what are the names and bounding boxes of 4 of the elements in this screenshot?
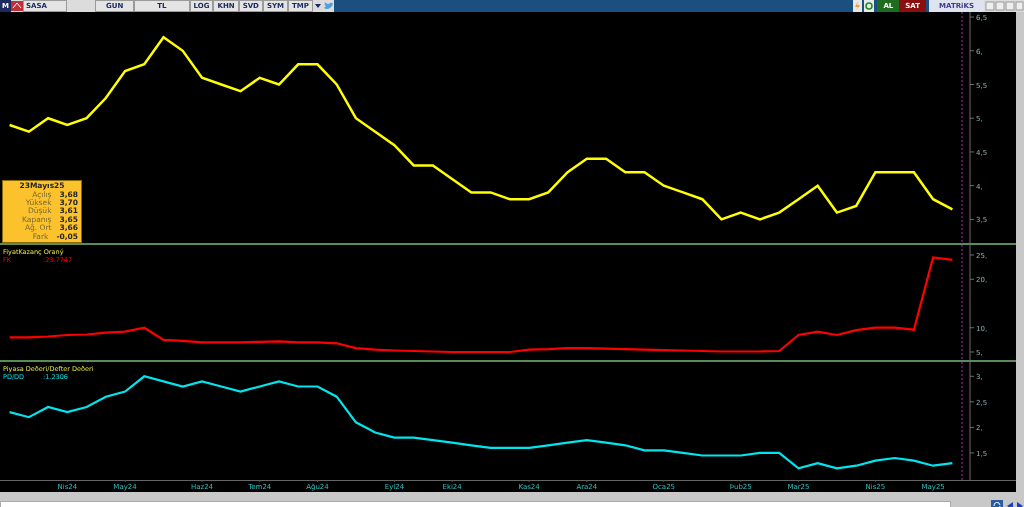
lightning-icon[interactable] [853, 0, 863, 12]
flag-icon [11, 0, 23, 12]
horizontal-scrollbar[interactable] [0, 501, 951, 507]
refresh-icon[interactable] [864, 0, 875, 12]
